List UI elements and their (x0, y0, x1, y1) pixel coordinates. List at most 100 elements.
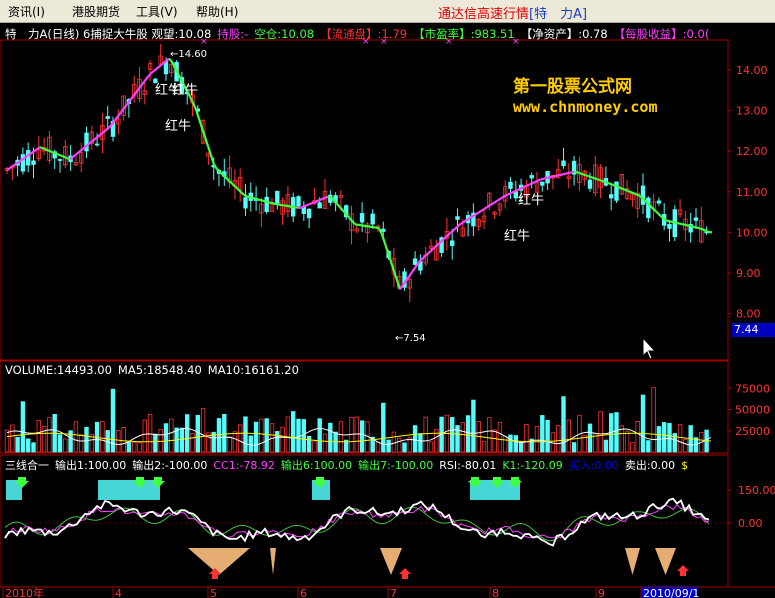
indicator-tick-label: 0.00 (738, 517, 763, 530)
volume-bar (147, 413, 153, 453)
volume-bar (36, 420, 41, 453)
indicator-sell-zone (380, 548, 402, 575)
volume-bar (222, 413, 227, 453)
ma-line-segment (51, 150, 56, 155)
ma-line-segment (513, 189, 518, 193)
volume-header-field: MA10:16161.20 (207, 363, 299, 377)
ma-line-segment (129, 95, 134, 102)
volume-bar (110, 388, 116, 453)
ma-line-segment (579, 172, 584, 176)
ma-line-segment (383, 243, 390, 254)
ma-line-segment (633, 192, 638, 196)
ma-line-segment (558, 173, 563, 177)
date-tick-label: 7 (390, 587, 397, 598)
ma-line-segment (627, 189, 632, 194)
candle-body (105, 116, 110, 119)
ma-line-segment (519, 186, 524, 190)
volume-bar (524, 423, 529, 453)
ma-line-segment (213, 163, 218, 170)
ma-line-segment (666, 219, 671, 223)
indicator-sell-zone (188, 548, 250, 575)
ma-line-segment (696, 226, 701, 230)
volume-header-field: MA5:18548.40 (117, 363, 202, 377)
main-header-field: 【市盈率】:983.51 (413, 27, 515, 41)
ma-line-segment (462, 219, 467, 224)
stock-chart[interactable]: 14.00 13.00 12.00 11.00 10.00 9.00 8.00 ←14.60 ←… (0, 0, 775, 598)
ma-line-segment (105, 126, 110, 131)
candle-body (31, 160, 36, 165)
ma-line-segment (690, 225, 695, 229)
ma-line-segment (699, 227, 704, 231)
ma-line-segment (264, 200, 269, 204)
volume-bar (561, 396, 566, 453)
ma-line-segment (594, 177, 599, 181)
volume-bar (25, 438, 31, 453)
volume-bar (322, 433, 328, 453)
ma-line-segment (552, 174, 557, 178)
ma-line-segment (675, 221, 680, 225)
ma-line-segment (234, 185, 239, 191)
volume-bar (449, 417, 455, 453)
ma-line-segment (315, 199, 320, 203)
ma-line-segment (261, 199, 266, 203)
ma-line-segment (636, 193, 641, 197)
ma-line-segment (429, 248, 434, 253)
indicator-sell-zone (270, 548, 276, 575)
ma-line-segment (246, 195, 251, 199)
indicator-header-field: 输出2:-100.00 (132, 459, 208, 472)
ma-line-segment (48, 149, 53, 154)
red-bull-label: 红牛 (518, 192, 544, 208)
indicator-cc1-line (4, 503, 710, 539)
ma-line-segment (399, 284, 404, 290)
candle-body (370, 213, 375, 225)
volume-bar (354, 416, 359, 453)
ma-line-segment (531, 180, 536, 185)
red-bull-label: 红牛 (172, 82, 198, 98)
ma-line-segment (561, 172, 566, 176)
ma-line-segment (585, 174, 590, 178)
volume-bar (396, 437, 402, 453)
ma-line-segment (609, 182, 614, 186)
ma-line-segment (600, 179, 605, 183)
ma-line-segment (380, 234, 387, 244)
price-tick-label: 13.00 (736, 105, 768, 118)
volume-bar (428, 441, 434, 453)
volume-bar (508, 434, 513, 453)
ma-line-segment (540, 177, 545, 181)
main-header-field: 【每股收益】:0.0( (613, 27, 710, 41)
buy-arrow-icon (399, 568, 411, 579)
ma-line-segment (225, 177, 230, 182)
ma-line-segment (489, 202, 494, 207)
ma-line-segment (687, 224, 692, 228)
price-tick-label: 11.00 (736, 186, 768, 199)
ma-line-segment (654, 209, 659, 215)
ma-line-segment (156, 65, 161, 70)
ma-line-segment (477, 210, 482, 214)
volume-bar (328, 422, 333, 453)
volume-bar (10, 424, 15, 453)
current-price-label: 7.44 (732, 323, 775, 337)
ma-line-segment (303, 204, 308, 208)
watermark-url: www.chnmoney.com (513, 98, 658, 116)
volume-tick-label: 25000 (735, 425, 770, 438)
date-tick-label: 9 (598, 587, 605, 598)
ma-line-segment (615, 185, 620, 189)
ma-line-segment (624, 188, 629, 193)
volume-bar (566, 419, 571, 453)
ma-line-segment (39, 146, 44, 150)
volume-header-field: VOLUME:14493.00 (5, 363, 112, 377)
ma-line-segment (258, 198, 263, 202)
ma-line-segment (240, 191, 245, 196)
candle-body (243, 197, 248, 209)
ma-line-segment (597, 178, 602, 182)
ma-line-segment (657, 212, 662, 218)
indicator-header: 三线合一 输出1:100.00 输出2:-100.00 CC1:-78.92 输出6:1… (5, 457, 694, 473)
ma-line-segment (564, 172, 569, 175)
volume-bar (301, 419, 306, 453)
ma-line-segment (630, 191, 635, 195)
ma-line-segment (507, 192, 512, 196)
red-bull-label: 红牛 (165, 118, 191, 134)
volume-bar (200, 408, 206, 453)
date-tick-label: 5 (210, 587, 217, 598)
volume-bar (216, 418, 222, 453)
